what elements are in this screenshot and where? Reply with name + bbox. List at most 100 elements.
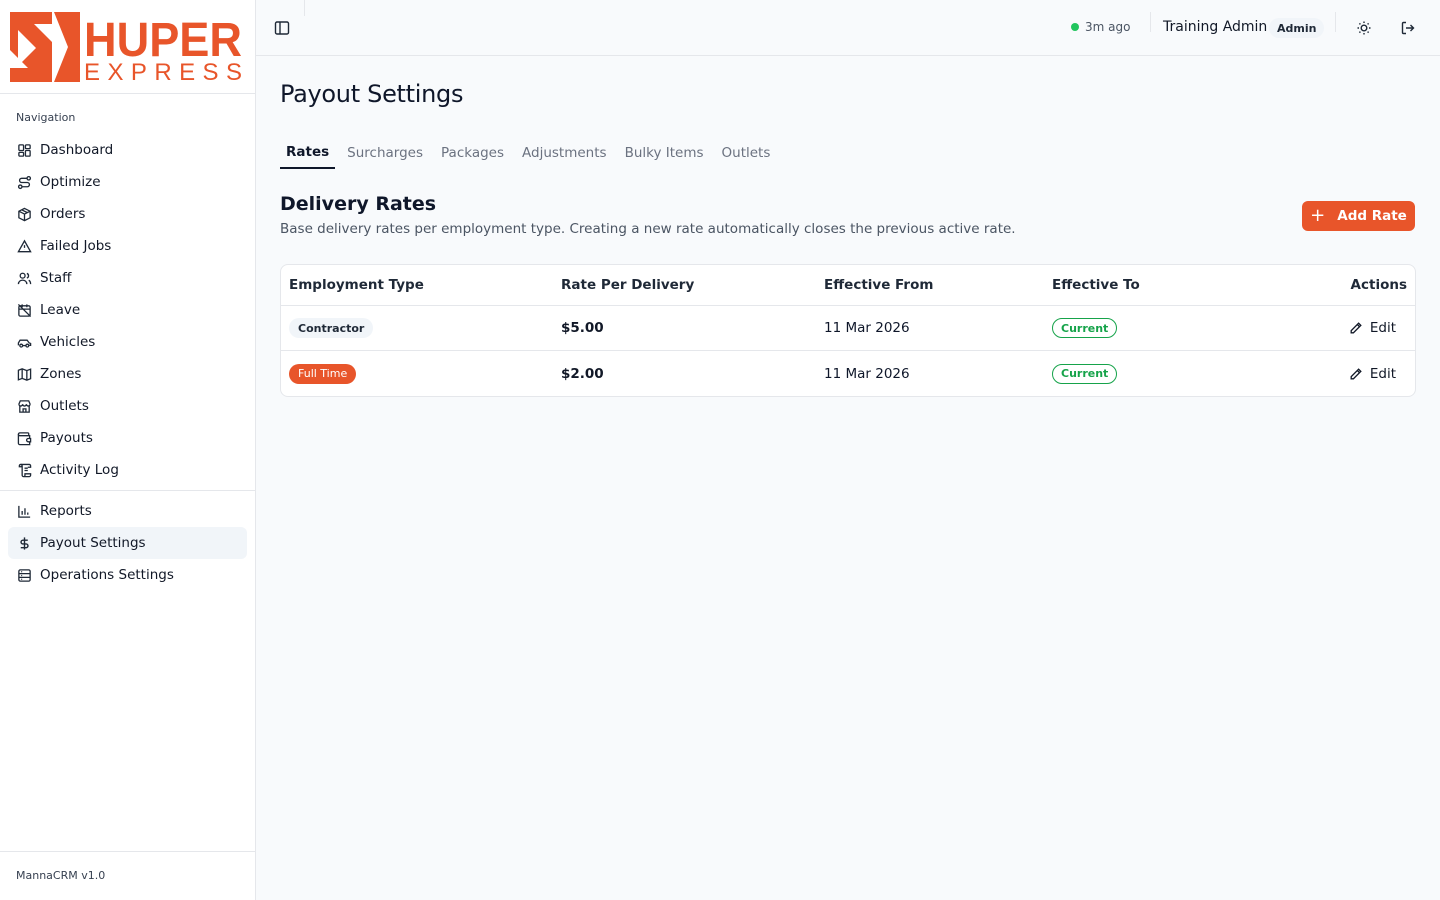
users-icon [16, 270, 32, 286]
sidebar-item-failed-jobs[interactable]: Failed Jobs [8, 230, 247, 262]
section-description: Base delivery rates per employment type.… [280, 221, 1016, 237]
table-row: Full Time $2.00 11 Mar 2026 Current Edit [281, 351, 1415, 396]
pencil-icon [1350, 322, 1362, 334]
column-header: Employment Type [289, 277, 424, 293]
employment-type-cell: Full Time [289, 363, 357, 384]
effective-from-cell: 11 Mar 2026 [824, 365, 910, 382]
sidebar-item-label: Payout Settings [40, 535, 146, 551]
column-header: Actions [1350, 277, 1407, 293]
sidebar-item-optimize[interactable]: Optimize [8, 166, 247, 198]
tab-outlets[interactable]: Outlets [716, 136, 777, 169]
status-badge: Current [1052, 318, 1118, 338]
sidebar-item-vehicles[interactable]: Vehicles [8, 326, 247, 358]
sidebar-item-payouts[interactable]: Payouts [8, 422, 247, 454]
sidebar-item-label: Activity Log [40, 462, 119, 478]
tab-bulky-items[interactable]: Bulky Items [619, 136, 710, 169]
sync-status: 3m ago [1071, 20, 1130, 34]
nav-divider [0, 490, 255, 491]
sidebar-item-reports[interactable]: Reports [8, 495, 247, 527]
top-bar: 3m ago Training Admin Admin [256, 0, 1440, 56]
column-header: Effective From [824, 277, 934, 293]
dollar-icon [16, 535, 32, 551]
bar-chart-icon [16, 503, 32, 519]
tab-packages[interactable]: Packages [435, 136, 510, 169]
effective-to-cell: Current [1052, 363, 1118, 384]
sidebar-toggle-button[interactable] [272, 18, 292, 38]
theme-toggle-button[interactable] [1354, 18, 1374, 38]
status-dot [1071, 23, 1079, 31]
map-icon [16, 366, 32, 382]
sidebar-item-orders[interactable]: Orders [8, 198, 247, 230]
rate-cell: $2.00 [561, 365, 604, 382]
employment-type-badge: Contractor [289, 318, 374, 338]
column-header: Rate Per Delivery [561, 277, 695, 293]
sidebar-item-outlets[interactable]: Outlets [8, 390, 247, 422]
sidebar-item-staff[interactable]: Staff [8, 262, 247, 294]
sidebar-item-label: Outlets [40, 398, 89, 414]
app-version: MannaCRM v1.0 [16, 869, 106, 882]
section-title: Delivery Rates [280, 193, 437, 215]
sidebar-item-activity-log[interactable]: Activity Log [8, 454, 247, 486]
header-divider [1335, 12, 1336, 32]
store-icon [16, 398, 32, 414]
tab-rates[interactable]: Rates [280, 136, 336, 169]
huper-express-logo: HUPER EXPRESS [10, 12, 242, 84]
sync-status-text: 3m ago [1085, 20, 1131, 34]
tab-adjustments[interactable]: Adjustments [516, 136, 613, 169]
scroll-icon [16, 462, 32, 478]
sidebar-item-label: Orders [40, 206, 86, 222]
employment-type-cell: Contractor [289, 318, 374, 338]
server-icon [16, 567, 32, 583]
table-row: Contractor $5.00 11 Mar 2026 Current Edi… [281, 306, 1415, 351]
plus-icon: + [1310, 205, 1326, 226]
settings-nav: Reports Payout Settings Operations Setti… [8, 495, 247, 591]
route-icon [16, 174, 32, 190]
sidebar-item-label: Failed Jobs [40, 238, 112, 254]
warning-triangle-icon [16, 238, 32, 254]
status-badge: Current [1052, 363, 1118, 384]
main-content: 3m ago Training Admin Admin Payout Setti… [256, 0, 1440, 900]
package-icon [16, 206, 32, 222]
calendar-off-icon [16, 302, 32, 318]
brand-logo[interactable]: HUPER EXPRESS [0, 0, 255, 94]
pencil-icon [1350, 367, 1362, 379]
sidebar-item-payout-settings[interactable]: Payout Settings [8, 527, 247, 559]
sidebar-item-operations-settings[interactable]: Operations Settings [8, 559, 247, 591]
edit-button[interactable]: Edit [1349, 320, 1396, 336]
main-nav: Dashboard Optimize Orders Failed Jobs St… [8, 134, 247, 486]
rates-table: Employment Type Rate Per Delivery Effect… [280, 264, 1416, 397]
edit-label: Edit [1369, 365, 1396, 382]
role-badge: Admin [1269, 18, 1325, 38]
sidebar-item-label: Zones [40, 366, 82, 382]
sidebar-item-label: Operations Settings [40, 567, 174, 583]
sidebar-item-label: Optimize [40, 174, 101, 190]
tab-surcharges[interactable]: Surcharges [341, 136, 429, 169]
nav-heading: Navigation [16, 111, 76, 124]
sidebar-item-label: Staff [40, 270, 72, 286]
sidebar-item-leave[interactable]: Leave [8, 294, 247, 326]
effective-from-cell: 11 Mar 2026 [824, 320, 910, 336]
footer-divider [0, 851, 255, 852]
sun-icon [1357, 21, 1371, 35]
sidebar-item-dashboard[interactable]: Dashboard [8, 134, 247, 166]
wallet-icon [16, 430, 32, 446]
logout-icon [1401, 21, 1415, 35]
sidebar-item-zones[interactable]: Zones [8, 358, 247, 390]
rate-cell: $5.00 [561, 320, 604, 336]
sidebar: HUPER EXPRESS Navigation Dashboard Optim… [0, 0, 256, 900]
page-title: Payout Settings [280, 80, 464, 108]
logout-button[interactable] [1398, 18, 1418, 38]
sidebar-item-label: Reports [40, 503, 92, 519]
sidebar-item-label: Dashboard [40, 142, 114, 158]
user-name: Training Admin [1163, 19, 1268, 35]
edit-button[interactable]: Edit [1349, 366, 1396, 382]
table-header-row: Employment Type Rate Per Delivery Effect… [281, 265, 1415, 306]
add-rate-button[interactable]: + Add Rate [1302, 201, 1415, 231]
topbar-separator [304, 0, 305, 16]
header-divider [1150, 12, 1151, 32]
logo-bottom-text: EXPRESS [84, 59, 242, 84]
car-icon [16, 334, 32, 350]
sidebar-item-label: Vehicles [40, 334, 96, 350]
employment-type-badge: Full Time [289, 363, 357, 384]
sidebar-item-label: Payouts [40, 430, 93, 446]
